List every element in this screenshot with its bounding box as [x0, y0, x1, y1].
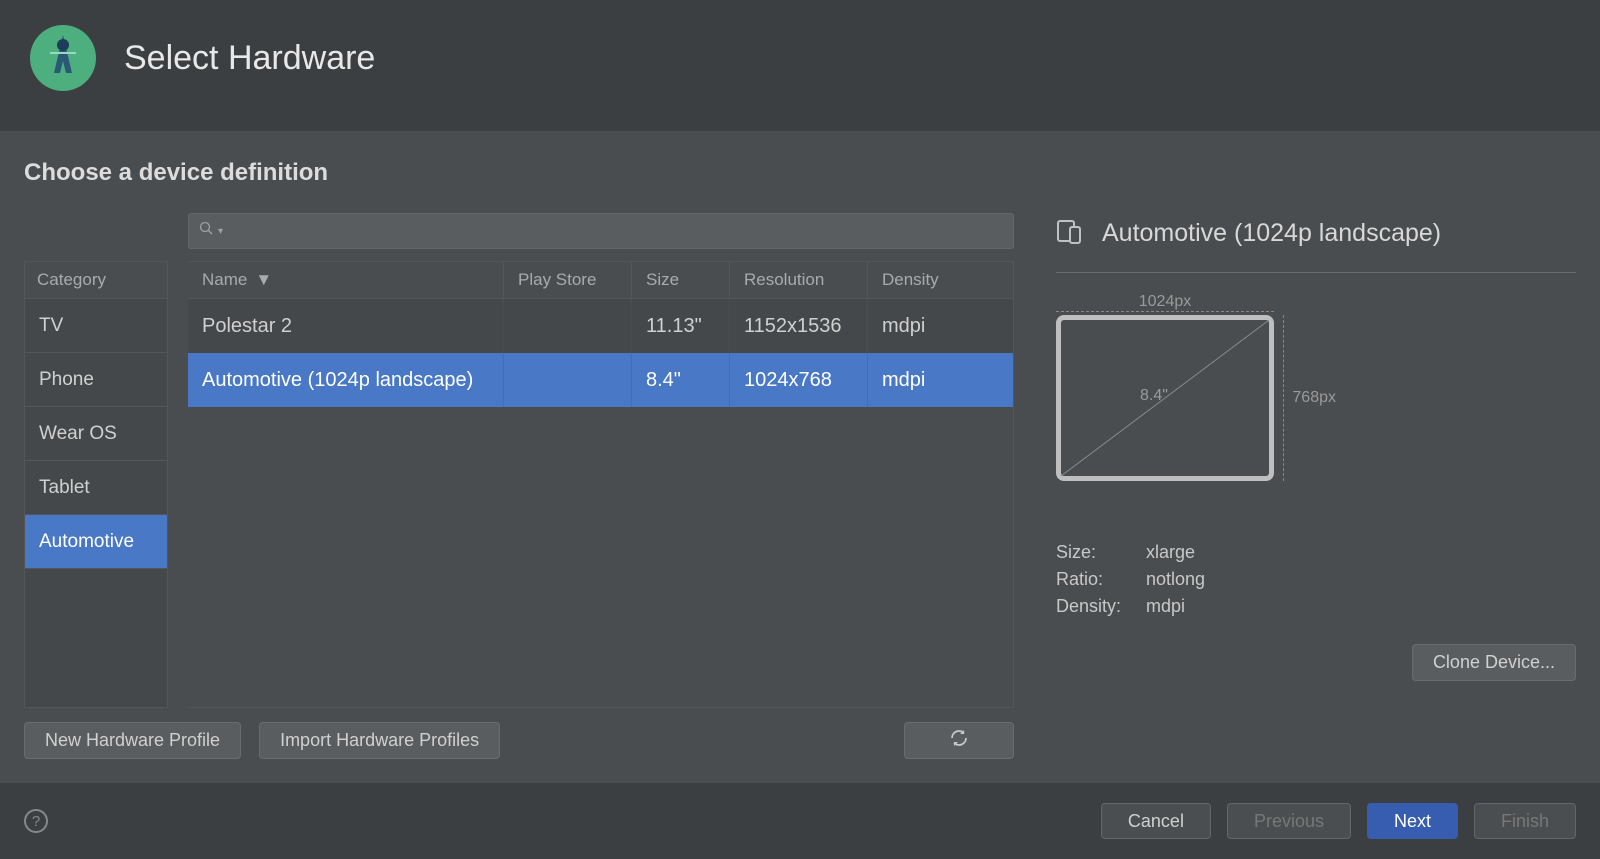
column-header-name[interactable]: Name ▼: [188, 262, 504, 298]
footer: ? Cancel Previous Next Finish: [0, 783, 1600, 859]
search-icon: [199, 221, 214, 241]
content-area: Choose a device definition Category TV P…: [0, 131, 1600, 783]
devices-icon: [1056, 217, 1084, 250]
cell-name: Automotive (1024p landscape): [188, 353, 504, 407]
table-area: Category TV Phone Wear OS Tablet Automot…: [24, 213, 1014, 708]
cell-play-store: [504, 299, 632, 353]
column-header-density[interactable]: Density: [868, 262, 1013, 298]
category-list: Category TV Phone Wear OS Tablet Automot…: [24, 261, 168, 708]
finish-button[interactable]: Finish: [1474, 803, 1576, 839]
cell-resolution: 1152x1536: [730, 299, 868, 353]
cell-density: mdpi: [868, 299, 1013, 353]
spec-value: mdpi: [1146, 593, 1185, 620]
diagonal-dimension: 8.4": [1140, 387, 1168, 405]
android-studio-icon: [30, 25, 96, 91]
preview-specs: Size: xlarge Ratio: notlong Density: mdpi: [1056, 539, 1576, 620]
cell-size: 11.13": [632, 299, 730, 353]
main-row: Category TV Phone Wear OS Tablet Automot…: [24, 213, 1576, 783]
preview-header: Automotive (1024p landscape): [1056, 217, 1576, 273]
category-header: Category: [25, 262, 167, 299]
category-spacer: [25, 569, 167, 707]
category-item-wear-os[interactable]: Wear OS: [25, 407, 167, 461]
table-right: ▾ Name ▼ Play Store Size Resolution Densi…: [188, 213, 1014, 708]
new-hardware-profile-button[interactable]: New Hardware Profile: [24, 722, 241, 759]
previous-button[interactable]: Previous: [1227, 803, 1351, 839]
cancel-button[interactable]: Cancel: [1101, 803, 1211, 839]
import-hardware-profiles-button[interactable]: Import Hardware Profiles: [259, 722, 500, 759]
search-input[interactable]: ▾: [188, 213, 1014, 249]
spec-value: xlarge: [1146, 539, 1195, 566]
height-line: [1283, 315, 1284, 481]
header: Select Hardware: [0, 0, 1600, 131]
column-name-label: Name: [202, 270, 247, 290]
cell-density: mdpi: [868, 353, 1013, 407]
spec-label: Ratio:: [1056, 566, 1134, 593]
spec-row-density: Density: mdpi: [1056, 593, 1576, 620]
category-item-tablet[interactable]: Tablet: [25, 461, 167, 515]
refresh-button[interactable]: [904, 722, 1014, 759]
category-item-automotive[interactable]: Automotive: [25, 515, 167, 569]
preview-panel: Automotive (1024p landscape) 1024px 768p…: [1056, 213, 1576, 783]
help-button[interactable]: ?: [24, 809, 48, 833]
height-dimension: 768px: [1292, 315, 1336, 481]
spec-label: Size:: [1056, 539, 1134, 566]
clone-device-button[interactable]: Clone Device...: [1412, 644, 1576, 681]
width-dimension: 1024px: [1056, 293, 1274, 311]
spec-row-ratio: Ratio: notlong: [1056, 566, 1576, 593]
cell-resolution: 1024x768: [730, 353, 868, 407]
column-header-resolution[interactable]: Resolution: [730, 262, 868, 298]
category-item-tv[interactable]: TV: [25, 299, 167, 353]
spec-label: Density:: [1056, 593, 1134, 620]
refresh-icon: [949, 728, 969, 753]
column-header-play-store[interactable]: Play Store: [504, 262, 632, 298]
preview-diagram: 1024px 768px 8.4": [1056, 315, 1346, 515]
table-row[interactable]: Polestar 2 11.13" 1152x1536 mdpi: [188, 299, 1013, 353]
category-item-phone[interactable]: Phone: [25, 353, 167, 407]
subtitle: Choose a device definition: [24, 159, 1576, 187]
page-title: Select Hardware: [124, 39, 375, 78]
action-row: New Hardware Profile Import Hardware Pro…: [24, 708, 1014, 783]
table-header: Name ▼ Play Store Size Resolution Density: [188, 262, 1013, 299]
left-column: Category TV Phone Wear OS Tablet Automot…: [24, 213, 1014, 783]
sort-desc-icon: ▼: [255, 270, 272, 290]
preview-actions: Clone Device...: [1056, 644, 1576, 681]
width-line: [1056, 311, 1274, 312]
preview-title: Automotive (1024p landscape): [1102, 219, 1441, 248]
table-fill: [188, 407, 1013, 707]
column-header-size[interactable]: Size: [632, 262, 730, 298]
spec-value: notlong: [1146, 566, 1205, 593]
next-button[interactable]: Next: [1367, 803, 1458, 839]
search-wrap: ▾: [188, 213, 1014, 249]
dropdown-caret-icon: ▾: [218, 226, 223, 237]
spec-row-size: Size: xlarge: [1056, 539, 1576, 566]
cell-play-store: [504, 353, 632, 407]
device-table: Name ▼ Play Store Size Resolution Density…: [188, 261, 1014, 708]
cell-size: 8.4": [632, 353, 730, 407]
cell-name: Polestar 2: [188, 299, 504, 353]
table-row[interactable]: Automotive (1024p landscape) 8.4" 1024x7…: [188, 353, 1013, 407]
